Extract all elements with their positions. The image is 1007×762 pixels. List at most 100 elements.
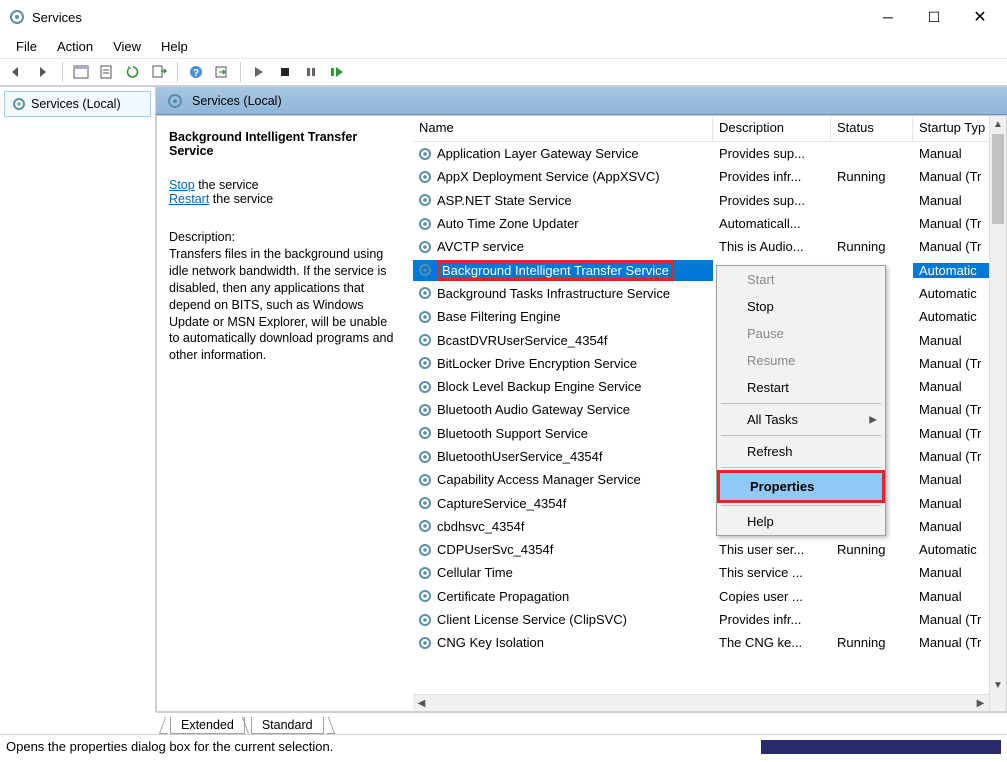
gear-icon (417, 332, 433, 348)
gear-icon (417, 379, 433, 395)
gear-icon (417, 262, 433, 278)
service-row[interactable]: Certificate PropagationCopies user ...Ma… (413, 585, 1006, 608)
status-bar: Opens the properties dialog box for the … (0, 734, 1007, 758)
menu-view[interactable]: View (105, 37, 149, 56)
scroll-left-icon[interactable]: ◀ (413, 698, 430, 709)
show-hide-tree-button[interactable] (69, 61, 93, 83)
refresh-button[interactable] (121, 61, 145, 83)
help-button[interactable]: ? (184, 61, 208, 83)
action-button[interactable] (210, 61, 234, 83)
service-row[interactable]: AppX Deployment Service (AppXSVC)Provide… (413, 165, 1006, 188)
description-label: Description: (169, 230, 401, 244)
gear-icon (11, 96, 27, 112)
gear-icon (417, 565, 433, 581)
restart-link[interactable]: Restart (169, 192, 209, 206)
service-row[interactable]: cbdhsvc_4354fManual (413, 515, 1006, 538)
scroll-down-icon[interactable]: ▼ (990, 677, 1006, 694)
ctx-help[interactable]: Help (717, 508, 885, 535)
service-row[interactable]: BcastDVRUserService_4354fManual (413, 328, 1006, 351)
menu-help[interactable]: Help (153, 37, 196, 56)
description-text: Transfers files in the background using … (169, 246, 401, 364)
pause-service-button[interactable] (299, 61, 323, 83)
horizontal-scrollbar[interactable]: ◀ ▶ (413, 694, 989, 711)
service-row[interactable]: Bluetooth Support ServiceManual (Tr (413, 422, 1006, 445)
status-block (761, 740, 1001, 754)
service-row[interactable]: Background Intelligent Transfer ServiceA… (413, 258, 1006, 281)
tree-pane: Services (Local) (0, 87, 156, 712)
stop-link[interactable]: Stop (169, 178, 195, 192)
svg-text:?: ? (193, 68, 199, 79)
gear-icon (417, 402, 433, 418)
service-row[interactable]: BluetoothUserService_4354fManual (Tr (413, 445, 1006, 468)
view-tabs: Extended Standard (156, 712, 1007, 734)
gear-icon (417, 495, 433, 511)
service-row[interactable]: AVCTP serviceThis is Audio...RunningManu… (413, 235, 1006, 258)
gear-icon (417, 518, 433, 534)
gear-icon (417, 169, 433, 185)
restart-service-button[interactable] (325, 61, 349, 83)
gear-icon (417, 216, 433, 232)
service-row[interactable]: Client License Service (ClipSVC)Provides… (413, 608, 1006, 631)
pane-header: Services (Local) (156, 87, 1007, 115)
ctx-refresh[interactable]: Refresh (717, 438, 885, 465)
title-bar: Services ─ ☐ ✕ (0, 0, 1007, 34)
scroll-thumb[interactable] (992, 134, 1004, 224)
service-row[interactable]: CNG Key IsolationThe CNG ke...RunningMan… (413, 631, 1006, 654)
context-menu: Start Stop Pause Resume Restart All Task… (716, 265, 886, 536)
ctx-restart[interactable]: Restart (717, 374, 885, 401)
maximize-button[interactable]: ☐ (911, 1, 957, 33)
ctx-properties[interactable]: Properties (717, 470, 885, 503)
stop-service-button[interactable] (273, 61, 297, 83)
service-row[interactable]: CDPUserSvc_4354fThis user ser...RunningA… (413, 538, 1006, 561)
gear-icon (417, 449, 433, 465)
export-button[interactable] (147, 61, 171, 83)
pane-title: Services (Local) (192, 94, 282, 108)
column-description[interactable]: Description (713, 116, 831, 141)
service-row[interactable]: Bluetooth Audio Gateway ServiceManual (T… (413, 398, 1006, 421)
start-service-button[interactable] (247, 61, 271, 83)
tree-root-label: Services (Local) (31, 97, 121, 111)
service-row[interactable]: BitLocker Drive Encryption ServiceManual… (413, 352, 1006, 375)
back-button[interactable] (6, 61, 30, 83)
service-row[interactable]: CaptureService_4354fManual (413, 491, 1006, 514)
service-row[interactable]: Capability Access Manager ServiceManual (413, 468, 1006, 491)
detail-panel: Background Intelligent Transfer Service … (157, 116, 413, 711)
service-row[interactable]: Application Layer Gateway ServiceProvide… (413, 142, 1006, 165)
service-row[interactable]: Block Level Backup Engine ServiceManual (413, 375, 1006, 398)
column-startup[interactable]: Startup Typ (913, 116, 999, 141)
scroll-up-icon[interactable]: ▲ (990, 116, 1006, 133)
service-row[interactable]: ASP.NET State ServiceProvides sup...Manu… (413, 189, 1006, 212)
service-row[interactable]: Auto Time Zone UpdaterAutomaticall...Man… (413, 212, 1006, 235)
window-title: Services (32, 10, 82, 25)
status-text: Opens the properties dialog box for the … (6, 739, 333, 754)
tree-root-item[interactable]: Services (Local) (4, 91, 151, 117)
service-row[interactable]: Base Filtering EngineAutomatic (413, 305, 1006, 328)
gear-icon (417, 612, 433, 628)
minimize-button[interactable]: ─ (865, 1, 911, 33)
submenu-arrow-icon: ▶ (869, 414, 877, 425)
vertical-scrollbar[interactable]: ▲ ▼ (989, 116, 1006, 711)
menu-action[interactable]: Action (49, 37, 101, 56)
service-row[interactable]: Cellular TimeThis service ...Manual (413, 561, 1006, 584)
gear-icon (417, 192, 433, 208)
scroll-right-icon[interactable]: ▶ (972, 698, 989, 709)
properties-button[interactable] (95, 61, 119, 83)
gear-icon (417, 146, 433, 162)
gear-icon (166, 92, 184, 110)
column-name[interactable]: Name (413, 116, 713, 141)
ctx-start: Start (717, 266, 885, 293)
list-header: Name Description Status Startup Typ (413, 116, 1006, 142)
forward-button[interactable] (32, 61, 56, 83)
tab-standard[interactable]: Standard (251, 717, 324, 734)
gear-icon (417, 239, 433, 255)
column-status[interactable]: Status (831, 116, 913, 141)
ctx-resume: Resume (717, 347, 885, 374)
close-button[interactable]: ✕ (957, 1, 1003, 33)
gear-icon (417, 472, 433, 488)
ctx-stop[interactable]: Stop (717, 293, 885, 320)
service-row[interactable]: Background Tasks Infrastructure ServiceA… (413, 282, 1006, 305)
app-icon (8, 8, 26, 26)
tab-extended[interactable]: Extended (170, 717, 245, 734)
menu-file[interactable]: File (8, 37, 45, 56)
ctx-all-tasks[interactable]: All Tasks▶ (717, 406, 885, 433)
